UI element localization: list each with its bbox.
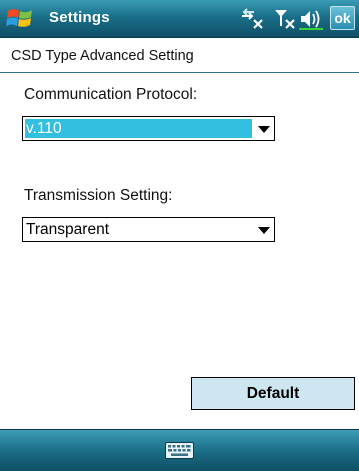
communication-protocol-label: Communication Protocol: — [24, 86, 198, 103]
chevron-down-icon[interactable] — [258, 227, 270, 234]
ok-button[interactable]: ok — [330, 6, 355, 30]
keyboard-icon[interactable] — [165, 442, 194, 459]
signal-off-icon[interactable] — [273, 8, 297, 30]
connectivity-off-icon[interactable] — [240, 8, 264, 30]
speaker-icon[interactable] — [299, 8, 325, 30]
default-button[interactable]: Default — [191, 377, 355, 410]
page-header: CSD Type Advanced Setting — [0, 38, 359, 73]
transmission-setting-value: Transparent — [26, 221, 109, 238]
chevron-down-icon[interactable] — [258, 126, 270, 133]
communication-protocol-dropdown[interactable]: v.110 — [22, 116, 275, 141]
window-title: Settings — [49, 9, 110, 26]
windows-flag-icon[interactable] — [6, 5, 34, 32]
transmission-setting-label: Transmission Setting: — [24, 187, 173, 204]
bottom-bar — [0, 429, 359, 471]
transmission-setting-dropdown[interactable]: Transparent — [22, 217, 275, 242]
communication-protocol-value: v.110 — [25, 119, 252, 138]
title-bar: Settings ok — [0, 0, 359, 38]
page-title: CSD Type Advanced Setting — [11, 48, 194, 64]
